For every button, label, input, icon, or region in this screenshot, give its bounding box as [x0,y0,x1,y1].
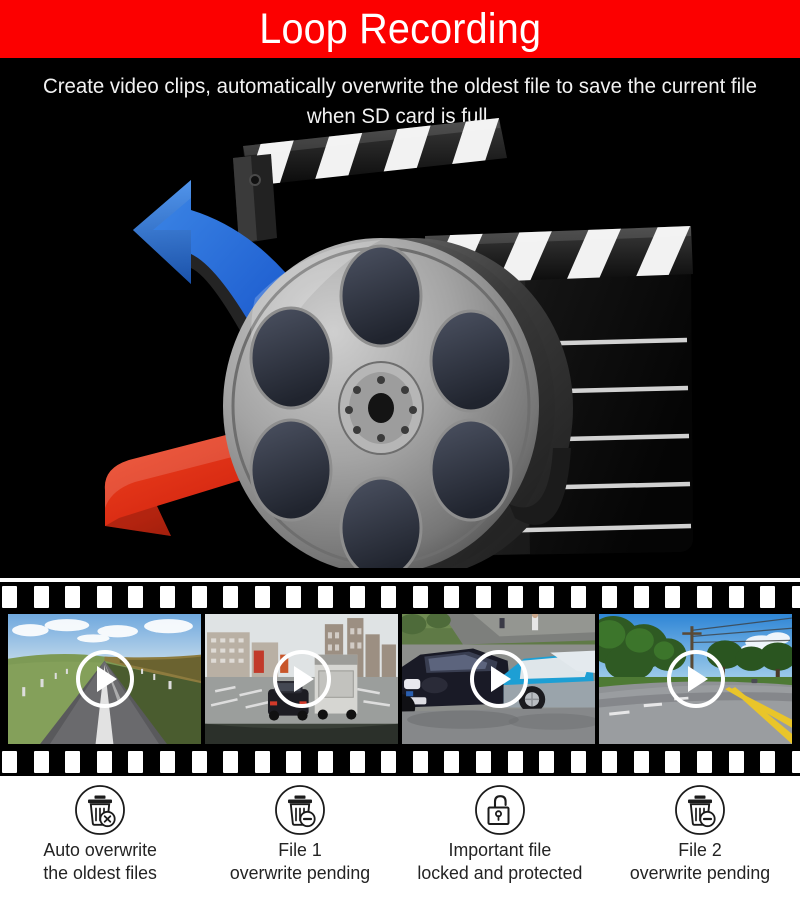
perforation-row-top [0,585,800,608]
perforation [286,585,302,608]
perforation [728,585,744,608]
film-reel-clapperboard-illustration [95,118,705,578]
title-banner: Loop Recording [0,0,800,58]
play-triangle [491,666,511,692]
perforation-row-bottom [0,750,800,773]
feature-important-file: Important file locked and protected [400,776,600,901]
perforation [602,585,618,608]
perforation [33,750,49,773]
perforation [507,585,523,608]
perforation [223,585,239,608]
video-thumbnail[interactable] [8,614,201,744]
clapper-top-arm [243,118,507,186]
perforation [349,585,365,608]
perforation [317,750,333,773]
trash-x-icon [75,785,125,835]
hero-section: Create video clips, automatically overwr… [0,58,800,578]
perforation [191,750,207,773]
perforation [475,750,491,773]
perforation [317,585,333,608]
feature-file-1: File 1 overwrite pending [200,776,400,901]
perforation [760,750,776,773]
play-triangle [97,666,117,692]
perforation [444,750,460,773]
perforation [349,750,365,773]
perforation [2,585,17,608]
perforation [254,585,270,608]
feature-file-2: File 2 overwrite pending [600,776,800,901]
perforation [791,585,800,608]
perforation [539,585,555,608]
perforation [65,750,81,773]
perforation [223,750,239,773]
video-thumbnail[interactable] [402,614,595,744]
video-thumbnail[interactable] [599,614,792,744]
perforation [507,750,523,773]
film-reel [223,238,573,578]
perforation [633,750,649,773]
feature-row: Auto overwrite the oldest files File 1 o… [0,776,800,901]
feature-auto-overwrite: Auto overwrite the oldest files [0,776,200,901]
clapper-hinge [233,154,277,244]
perforation [96,585,112,608]
hero-artwork-svg [104,118,693,578]
perforation [96,750,112,773]
play-icon[interactable] [75,650,134,708]
unlocked-padlock-icon [475,785,525,835]
trash-minus-icon [275,785,325,835]
perforation [791,750,800,773]
play-icon[interactable] [272,650,331,708]
perforation [159,585,175,608]
perforation [728,750,744,773]
play-icon[interactable] [469,650,528,708]
perforation [539,750,555,773]
feature-label: Important file locked and protected [417,839,583,883]
perforation [191,585,207,608]
perforation [2,750,17,773]
perforation [286,750,302,773]
feature-label: Auto overwrite the oldest files [43,839,157,883]
perforation [665,750,681,773]
perforation [65,585,81,608]
perforation [381,750,397,773]
perforation [33,585,49,608]
feature-label: File 2 overwrite pending [629,839,771,883]
perforation [475,585,491,608]
perforation [697,750,713,773]
perforation [570,750,586,773]
perforation [412,750,428,773]
play-triangle [688,666,708,692]
perforation [760,585,776,608]
page-title: Loop Recording [259,4,541,53]
video-thumbnail-row [0,614,800,744]
perforation [381,585,397,608]
video-thumbnail[interactable] [205,614,398,744]
perforation [602,750,618,773]
filmstrip [0,582,800,776]
perforation [254,750,270,773]
play-triangle [294,666,314,692]
perforation [159,750,175,773]
loop-recording-infographic: Loop Recording Create video clips, autom… [0,0,800,901]
perforation [128,750,144,773]
perforation [570,585,586,608]
play-icon[interactable] [666,650,725,708]
feature-label: File 1 overwrite pending [229,839,371,883]
perforation [128,585,144,608]
perforation [633,585,649,608]
perforation [697,585,713,608]
perforation [412,585,428,608]
perforation [665,585,681,608]
perforation [444,585,460,608]
trash-minus-icon [675,785,725,835]
